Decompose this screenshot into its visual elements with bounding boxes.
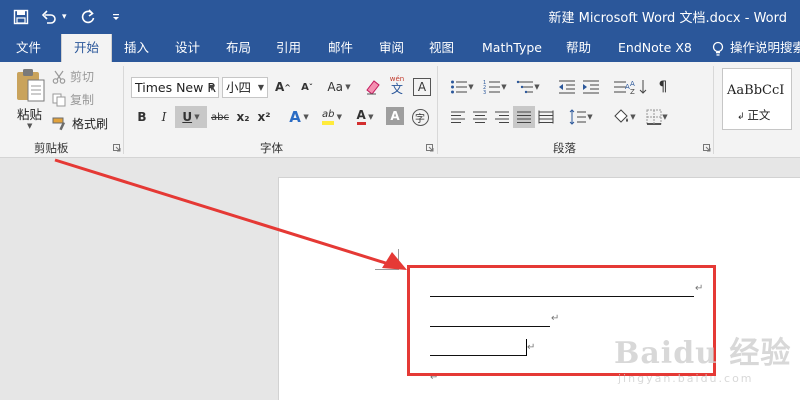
- watermark-url: jingyan.baidu.com: [618, 372, 754, 385]
- watermark-brand: Baidu 经验: [614, 336, 792, 371]
- watermark: Baidu 经验 jingyan.baidu.com: [614, 328, 791, 385]
